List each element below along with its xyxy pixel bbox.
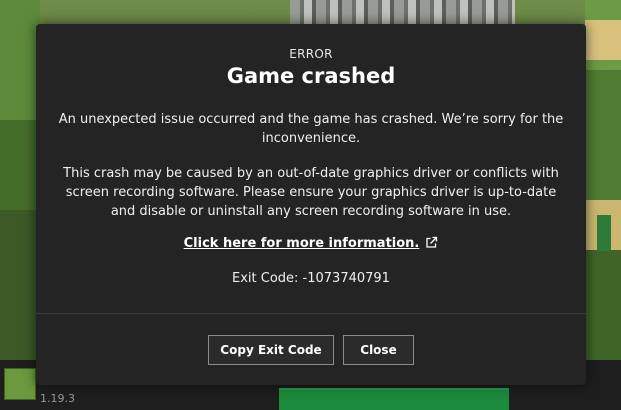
dialog-divider xyxy=(36,313,586,314)
more-info-row: Click here for more information. xyxy=(36,236,586,251)
background-block xyxy=(585,70,621,200)
external-link-icon[interactable] xyxy=(425,236,438,249)
dialog-message: An unexpected issue occurred and the gam… xyxy=(58,112,564,146)
exit-code: Exit Code: -1073740791 xyxy=(232,271,390,286)
background-block xyxy=(585,20,621,60)
background-block xyxy=(0,0,40,120)
version-label: 1.19.3 xyxy=(40,392,75,405)
play-button[interactable] xyxy=(279,388,509,410)
crash-dialog: ERROR Game crashed An unexpected issue o… xyxy=(36,24,586,385)
background-block xyxy=(585,250,621,360)
close-button[interactable]: Close xyxy=(343,335,414,365)
dialog-title: Game crashed xyxy=(226,64,396,88)
background-block xyxy=(0,120,38,210)
launcher-window: 1.19.3 ERROR Game crashed An unexpected … xyxy=(0,0,621,410)
background-block xyxy=(597,215,611,251)
game-logo xyxy=(290,0,515,24)
dialog-eyebrow: ERROR xyxy=(289,47,333,61)
more-info-link[interactable]: Click here for more information. xyxy=(184,236,420,251)
grass-block-icon xyxy=(4,368,36,400)
background-block xyxy=(0,210,36,360)
dialog-explanation: This crash may be caused by an out-of-da… xyxy=(63,166,559,219)
copy-exit-code-button[interactable]: Copy Exit Code xyxy=(208,335,334,365)
